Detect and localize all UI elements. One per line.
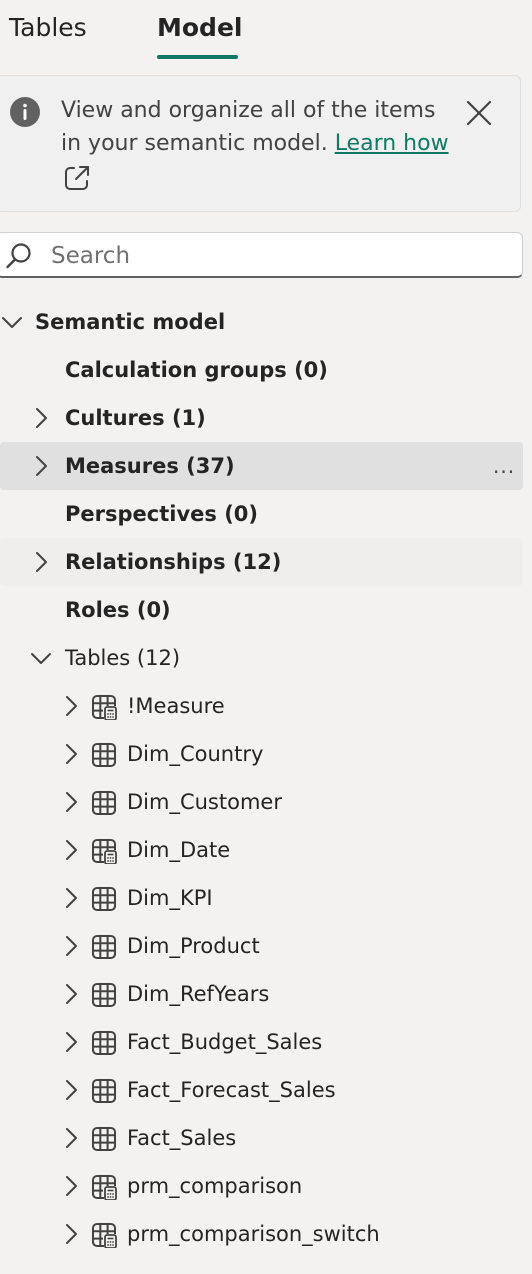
search-box bbox=[0, 232, 523, 278]
table-name: prm_comparison_switch bbox=[127, 1222, 380, 1246]
table-icon bbox=[91, 742, 117, 768]
learn-how-link[interactable]: Learn how bbox=[335, 131, 449, 156]
tree-item-label: Cultures (1) bbox=[65, 406, 206, 430]
tree-item-label: Tables (12) bbox=[65, 646, 181, 670]
table-row[interactable]: Fact_Sales bbox=[0, 1114, 523, 1162]
tree-item-label: Calculation groups (0) bbox=[65, 358, 328, 382]
tree-item-label: Roles (0) bbox=[65, 598, 171, 622]
table-name: Fact_Forecast_Sales bbox=[127, 1078, 336, 1102]
table-name: prm_comparison bbox=[127, 1174, 303, 1198]
table-row[interactable]: Fact_Forecast_Sales bbox=[0, 1066, 523, 1114]
chevron-right-icon[interactable] bbox=[29, 406, 53, 430]
search-input[interactable] bbox=[49, 237, 513, 275]
table-row[interactable]: prm_comparison bbox=[0, 1162, 523, 1210]
tree-item-relationships[interactable]: Relationships (12) bbox=[0, 538, 523, 586]
close-icon[interactable] bbox=[466, 100, 492, 126]
info-banner: View and organize all of the items in yo… bbox=[0, 75, 521, 212]
tree-item-roles[interactable]: Roles (0) bbox=[0, 586, 523, 634]
calculated-table-icon bbox=[91, 1222, 117, 1248]
chevron-down-icon[interactable] bbox=[0, 310, 24, 334]
chevron-right-icon[interactable] bbox=[29, 454, 53, 478]
chevron-right-icon[interactable] bbox=[59, 886, 83, 910]
chevron-right-icon[interactable] bbox=[59, 1126, 83, 1150]
chevron-right-icon[interactable] bbox=[59, 742, 83, 766]
table-name: Dim_Date bbox=[127, 838, 231, 862]
table-icon bbox=[91, 982, 117, 1008]
search-icon bbox=[6, 243, 31, 269]
table-row[interactable]: Fact_Budget_Sales bbox=[0, 1018, 523, 1066]
table-name: !Measure bbox=[127, 694, 225, 718]
calculated-table-icon bbox=[91, 1174, 117, 1200]
chevron-right-icon[interactable] bbox=[59, 790, 83, 814]
table-icon bbox=[91, 790, 117, 816]
table-name: Fact_Sales bbox=[127, 1126, 237, 1150]
chevron-right-icon[interactable] bbox=[59, 934, 83, 958]
table-icon bbox=[91, 1126, 117, 1152]
tree-item-calculation-groups[interactable]: Calculation groups (0) bbox=[0, 346, 523, 394]
table-icon bbox=[91, 934, 117, 960]
tree-item-cultures[interactable]: Cultures (1) bbox=[0, 394, 523, 442]
active-tab-indicator bbox=[157, 55, 238, 59]
table-icon bbox=[91, 1078, 117, 1104]
table-row[interactable]: Dim_Customer bbox=[0, 778, 523, 826]
table-name: Dim_KPI bbox=[127, 886, 213, 910]
table-name: Dim_Customer bbox=[127, 790, 282, 814]
tab-tables[interactable]: Tables bbox=[9, 12, 87, 44]
calculated-table-icon bbox=[91, 694, 117, 720]
open-external-icon[interactable] bbox=[63, 164, 91, 192]
tree-item-label: Measures (37) bbox=[65, 454, 235, 478]
tree-root-label: Semantic model bbox=[35, 310, 226, 334]
tree-item-label: Relationships (12) bbox=[65, 550, 282, 574]
banner-message: View and organize all of the items in yo… bbox=[61, 94, 453, 160]
tree-item-measures[interactable]: Measures (37) ... bbox=[0, 442, 523, 490]
tree-root-semantic-model[interactable]: Semantic model bbox=[0, 298, 523, 346]
table-icon bbox=[91, 886, 117, 912]
chevron-right-icon[interactable] bbox=[59, 694, 83, 718]
chevron-right-icon[interactable] bbox=[59, 982, 83, 1006]
chevron-right-icon[interactable] bbox=[29, 550, 53, 574]
table-icon bbox=[91, 1030, 117, 1056]
more-options-button[interactable]: ... bbox=[493, 454, 515, 478]
table-name: Dim_RefYears bbox=[127, 982, 270, 1006]
calculated-table-icon bbox=[91, 838, 117, 864]
table-name: Dim_Product bbox=[127, 934, 260, 958]
table-row[interactable]: !Measure bbox=[0, 682, 523, 730]
tree-item-label: Perspectives (0) bbox=[65, 502, 258, 526]
chevron-right-icon[interactable] bbox=[59, 1030, 83, 1054]
chevron-right-icon[interactable] bbox=[59, 1222, 83, 1246]
tree-item-tables[interactable]: Tables (12) bbox=[0, 634, 523, 682]
tree-item-perspectives[interactable]: Perspectives (0) bbox=[0, 490, 523, 538]
table-name: Dim_Country bbox=[127, 742, 264, 766]
table-row[interactable]: Dim_Product bbox=[0, 922, 523, 970]
table-row[interactable]: Dim_KPI bbox=[0, 874, 523, 922]
table-row[interactable]: Dim_Country bbox=[0, 730, 523, 778]
table-name: Fact_Budget_Sales bbox=[127, 1030, 323, 1054]
view-tabs: Tables Model bbox=[0, 0, 532, 62]
tab-model[interactable]: Model bbox=[157, 12, 242, 44]
chevron-right-icon[interactable] bbox=[59, 838, 83, 862]
table-row[interactable]: Dim_Date bbox=[0, 826, 523, 874]
table-row[interactable]: prm_comparison_switch bbox=[0, 1210, 523, 1258]
chevron-right-icon[interactable] bbox=[59, 1174, 83, 1198]
chevron-down-icon[interactable] bbox=[29, 646, 53, 670]
info-icon bbox=[10, 97, 40, 127]
table-row[interactable]: Dim_RefYears bbox=[0, 970, 523, 1018]
chevron-right-icon[interactable] bbox=[59, 1078, 83, 1102]
